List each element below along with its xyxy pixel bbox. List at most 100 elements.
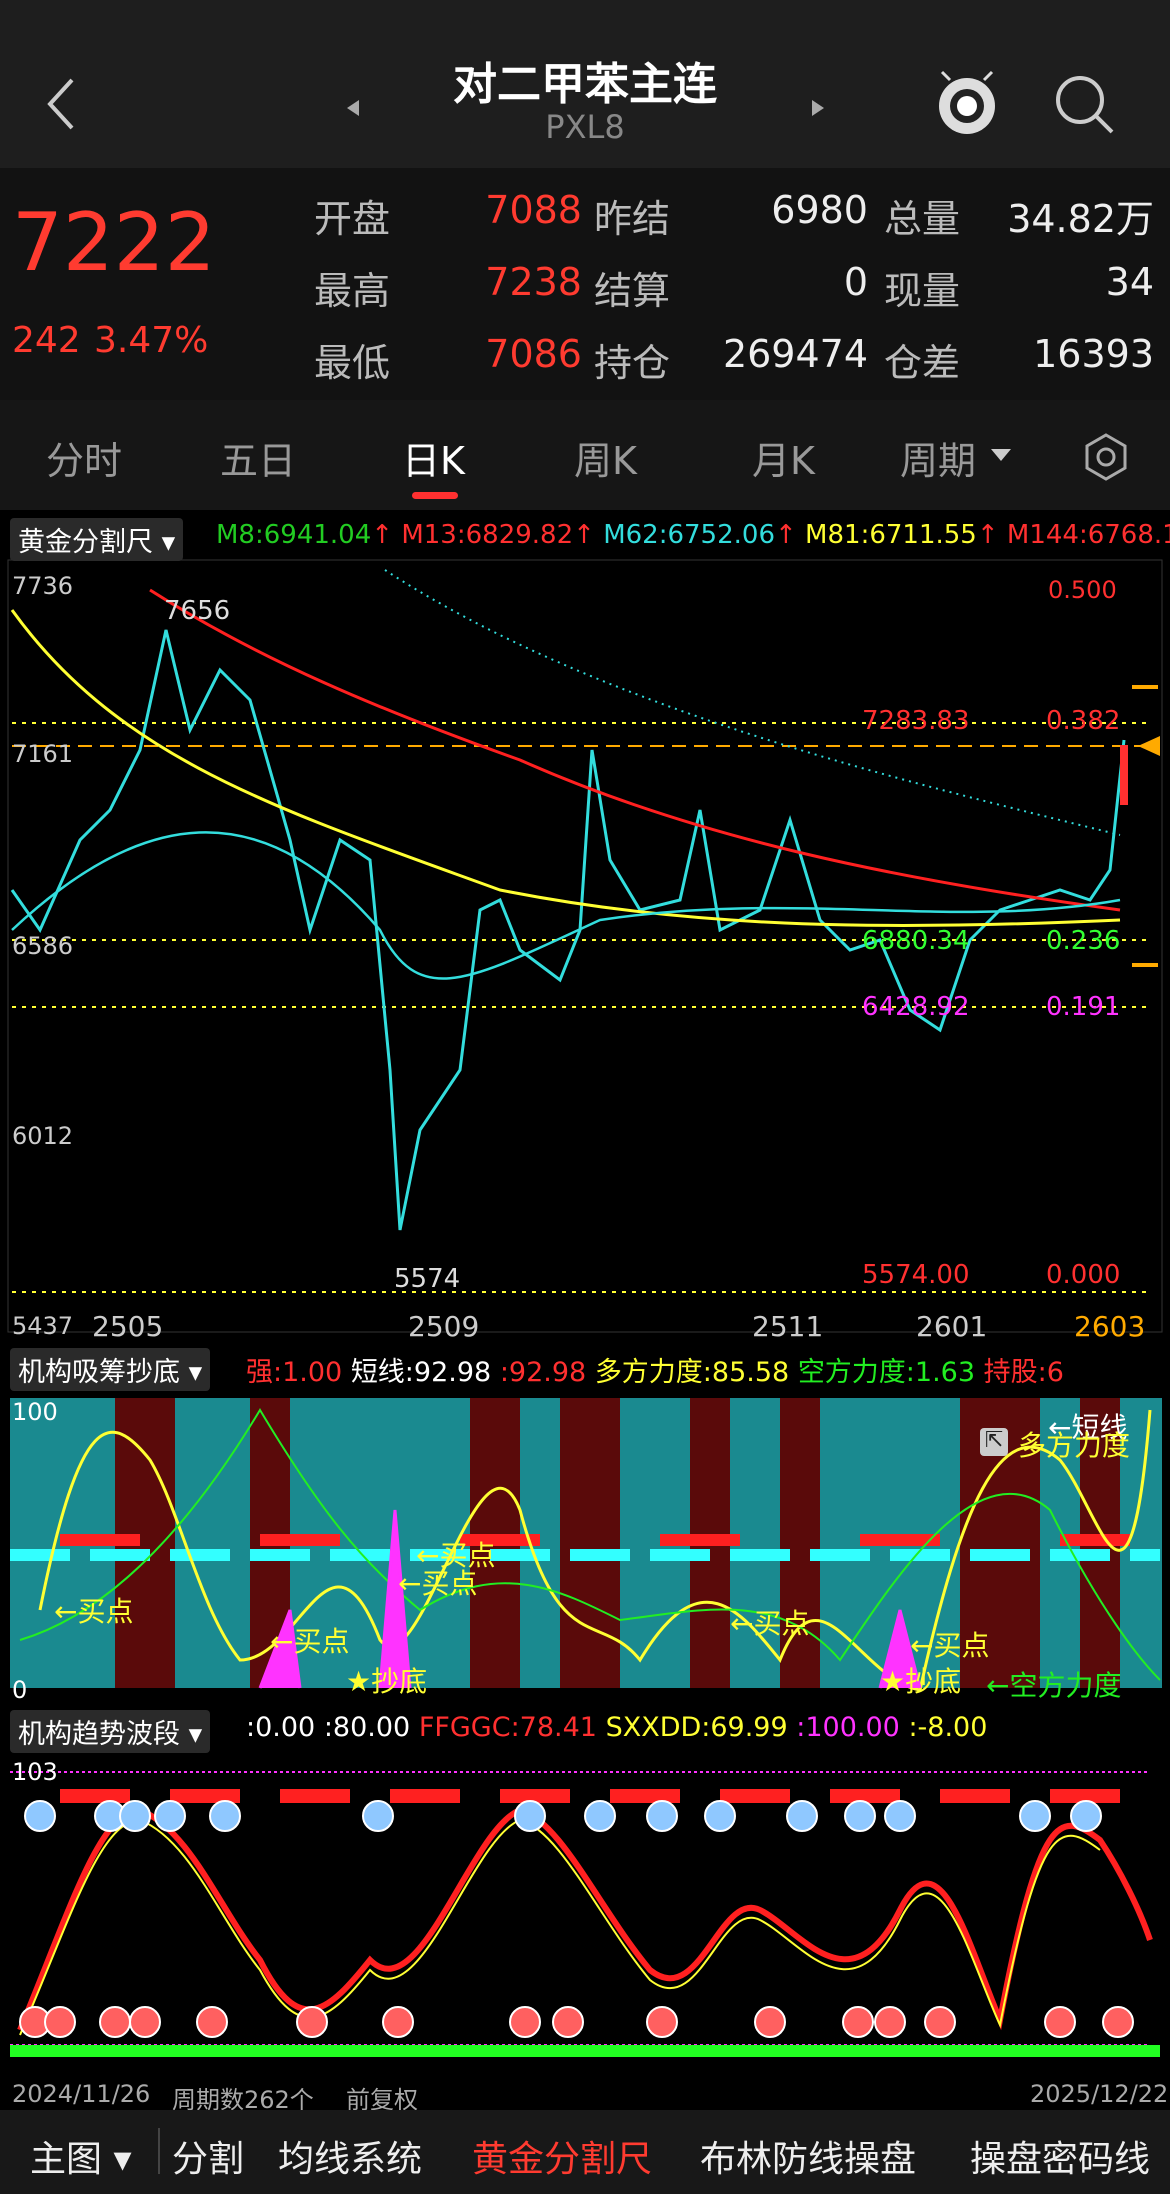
legend-item: M8:6941.04 [216, 520, 372, 550]
buy-point-2: ←买点 [270, 1625, 350, 1658]
range-end-date: 2025/12/22 [1030, 2080, 1169, 2108]
buy-ball [552, 2006, 584, 2038]
tab-monthly-k[interactable]: 月K [752, 430, 815, 485]
sell-ball [884, 1800, 916, 1832]
tab-five-day[interactable]: 五日 [220, 430, 296, 485]
sell-ball [1070, 1800, 1102, 1832]
footer-item-password[interactable]: 操盘密码线 [970, 2130, 1150, 2182]
y-label-4: 6012 [12, 1122, 74, 1150]
short-power-note: ←空方力度 [986, 1669, 1122, 1702]
bottom-signal-1: ★抄底 [346, 1665, 428, 1698]
period-tabs: 分时 五日 日K 周K 月K 周期 [0, 400, 1170, 510]
p1-scale-bottom: 0 [12, 1676, 28, 1704]
legend-item: 多方力度:85.58 [594, 1357, 790, 1388]
indicator-label: 黄金分割尺 [18, 527, 153, 558]
ma-long-line [384, 569, 1121, 836]
quote-label: 开盘 [314, 197, 391, 241]
legend-item: :-8.00 [908, 1712, 988, 1743]
quote-value: 34.82万 [1007, 197, 1154, 241]
buy-ball [924, 2006, 956, 2038]
legend-item: M81:6711.55 [805, 520, 977, 550]
settings-icon[interactable] [1082, 433, 1130, 481]
fib-236-ratio: 0.236 [1046, 926, 1121, 956]
fib-382-ratio: 0.382 [1046, 706, 1121, 736]
fib-191-ratio: 0.191 [1046, 992, 1121, 1022]
y-label-top: 7736 [12, 572, 74, 600]
main-chart-select[interactable]: 主图 ▾ [30, 2130, 132, 2182]
sell-ball [1019, 1800, 1051, 1832]
search-icon[interactable] [1050, 70, 1120, 140]
legend-item: 短线:92.98 [350, 1357, 492, 1388]
quote-label: 现量 [884, 269, 961, 313]
quote-label: 仓差 [884, 341, 961, 385]
fib-000-ratio: 0.000 [1046, 1260, 1121, 1290]
legend-item: :0.00 [246, 1712, 316, 1743]
y-label-3: 6586 [12, 932, 74, 960]
quote-label: 最低 [314, 341, 391, 385]
quote-label: 昨结 [594, 197, 671, 241]
tab-daily-k[interactable]: 日K [402, 430, 465, 485]
quote-label: 总量 [884, 197, 961, 241]
ma62-line [11, 831, 1121, 980]
main-chart-frame [7, 559, 1163, 1333]
indicator-select-accum[interactable]: 机构吸筹抄底 ▾ [10, 1348, 211, 1391]
legend-item: :92.98 [499, 1357, 587, 1388]
buy-ball [129, 2006, 161, 2038]
price-change-pct: 3.47% [94, 320, 209, 361]
quote-value: 7088 [485, 188, 582, 232]
legend-item: M144:6768.1 [1006, 520, 1170, 550]
bottom-signal-2: ★抄底 [880, 1665, 962, 1698]
chevron-down-icon [991, 449, 1011, 461]
footer-item-bollinger[interactable]: 布林防线操盘 [700, 2130, 916, 2182]
ma81-line [10, 609, 1121, 928]
expand-icon[interactable]: ⇱ [980, 1428, 1008, 1456]
quote-label: 最高 [314, 269, 391, 313]
fib-000-price: 5574.00 [862, 1260, 970, 1290]
footer-item-golden[interactable]: 黄金分割尺 [472, 2130, 652, 2182]
chart-area[interactable]: 黄金分割尺 ▾ M8:6941.04↑ M13:6829.82↑ M62:675… [0, 510, 1170, 2114]
indicator-select-trend[interactable]: 机构趋势波段 ▾ [10, 1710, 211, 1753]
tab-weekly-k[interactable]: 周K [574, 430, 637, 485]
x-label-1: 2505 [92, 1310, 164, 1343]
y-label-2: 7161 [12, 740, 74, 768]
buy-ball [296, 2006, 328, 2038]
sell-ball [704, 1800, 736, 1832]
quote-value: 34 [1105, 260, 1154, 304]
sell-ball [646, 1800, 678, 1832]
indicator-label: 机构趋势波段 [18, 1719, 180, 1750]
next-contract-icon[interactable] [810, 98, 826, 118]
high-label: 7656 [164, 596, 231, 626]
p1-scale-top: 100 [12, 1398, 58, 1426]
top-bar: 对二甲苯主连 PXL8 [0, 0, 1170, 168]
buy-point-6: ←买点 [910, 1629, 990, 1662]
buy-ball [842, 2006, 874, 2038]
quote-value: 16393 [1033, 332, 1154, 376]
indicator-select-golden[interactable]: 黄金分割尺 ▾ [10, 518, 184, 561]
green-baseline [10, 2045, 1160, 2057]
buy-ball [509, 2006, 541, 2038]
legend-item: 持股:6 [983, 1357, 1064, 1388]
last-price: 7222 [12, 196, 216, 289]
tab-intraday[interactable]: 分时 [46, 430, 122, 485]
tab-period[interactable]: 周期 [900, 430, 976, 485]
legend-item: 强:1.00 [246, 1357, 343, 1388]
p2-scale-top: 103 [12, 1758, 58, 1786]
legend-item: :80.00 [323, 1712, 411, 1743]
buy-point-5: ←买点 [730, 1607, 810, 1640]
sell-ball [154, 1800, 186, 1832]
quote-value: 0 [843, 260, 868, 304]
indicator-footer: 主图 ▾ 分割 均线系统 黄金分割尺 布林防线操盘 操盘密码线 [0, 2110, 1170, 2194]
footer-item-ma[interactable]: 均线系统 [278, 2130, 422, 2182]
fib-236-price: 6880.34 [862, 926, 970, 956]
sell-ball [786, 1800, 818, 1832]
x-label-5: 2603 [1074, 1310, 1146, 1343]
kline-chart[interactable] [0, 510, 1170, 2110]
x-label-3: 2511 [752, 1310, 824, 1343]
footer-item-split[interactable]: 分割 [172, 2130, 244, 2182]
mascot-icon[interactable] [932, 70, 1002, 140]
quote-panel: 7222 242 3.47% 开盘 7088 昨结 6980 总量 34.82万 最高 723… [0, 168, 1170, 400]
fib-191-price: 6428.92 [862, 992, 970, 1022]
buy-point-4: ←买点 [416, 1539, 496, 1572]
long-power-note: 多方力度 [1018, 1429, 1131, 1462]
ma-legend: M8:6941.04↑ M13:6829.82↑ M62:6752.06↑ M8… [216, 520, 1170, 550]
